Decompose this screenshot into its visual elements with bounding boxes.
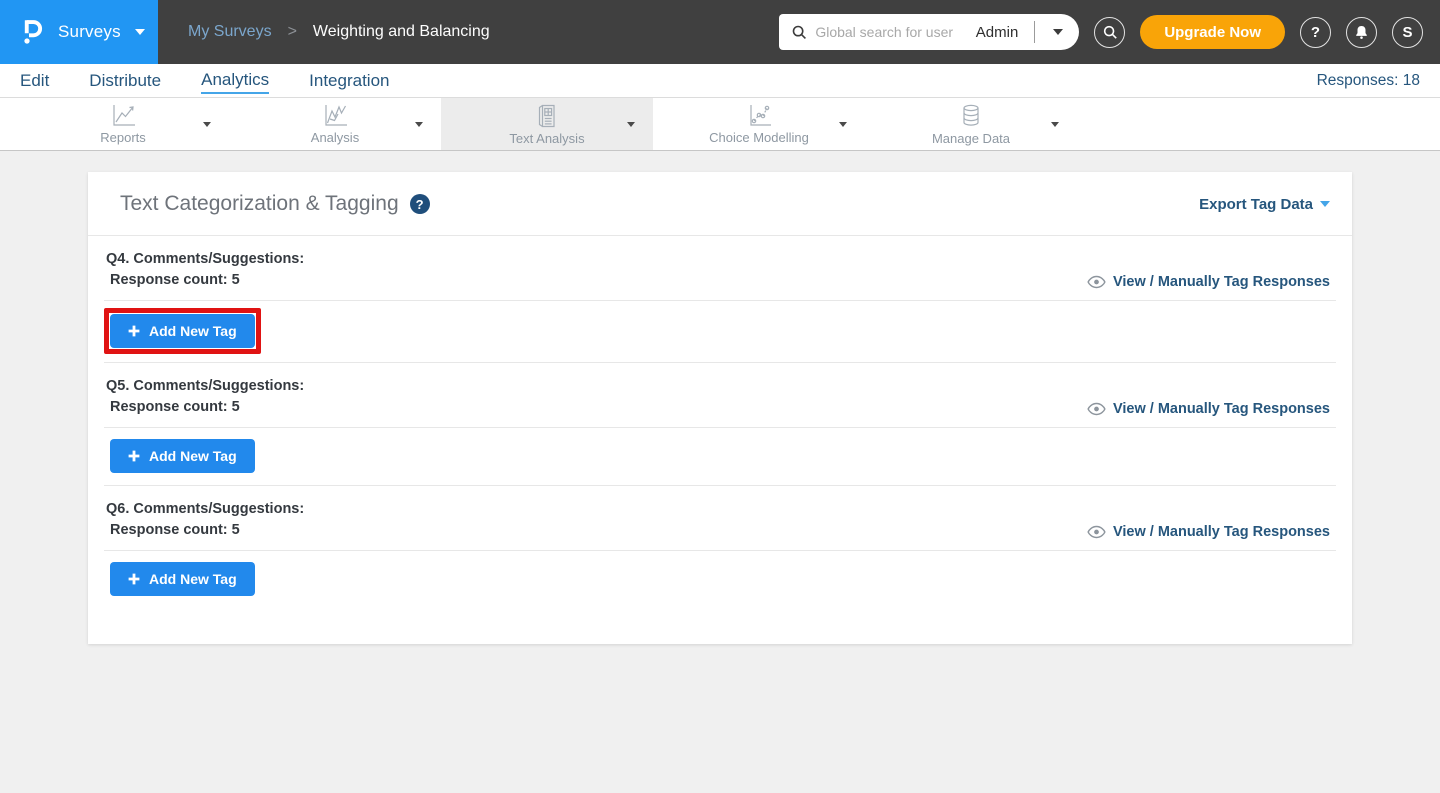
toolbar-item-text-analysis[interactable]: Text Analysis xyxy=(441,98,653,150)
chevron-down-icon xyxy=(1053,29,1063,35)
surveys-menu[interactable]: Surveys xyxy=(0,0,158,64)
breadcrumb-my-surveys[interactable]: My Surveys xyxy=(188,23,272,41)
eye-icon xyxy=(1087,402,1106,416)
response-count: Response count: 5 xyxy=(106,520,304,541)
database-icon xyxy=(958,103,984,129)
tab-edit[interactable]: Edit xyxy=(20,68,49,93)
surveys-menu-label: Surveys xyxy=(58,22,121,42)
top-header: Surveys My Surveys > Weighting and Balan… xyxy=(0,0,1440,64)
chevron-down-icon xyxy=(1051,122,1059,127)
add-new-tag-button[interactable]: Add New Tag xyxy=(110,314,255,348)
eye-icon xyxy=(1087,275,1106,289)
content-area: Text Categorization & Tagging ? Export T… xyxy=(0,151,1440,793)
page-title: Text Categorization & Tagging xyxy=(120,192,399,216)
breadcrumb-separator: > xyxy=(288,23,297,41)
plus-icon xyxy=(128,325,140,337)
breadcrumb-current-survey: Weighting and Balancing xyxy=(313,23,490,41)
tab-distribute[interactable]: Distribute xyxy=(89,68,161,93)
toolbar-item-analysis[interactable]: Analysis xyxy=(229,98,441,150)
notifications-button[interactable] xyxy=(1346,17,1377,48)
trend-chart-icon xyxy=(322,103,349,128)
chevron-down-icon xyxy=(415,122,423,127)
help-button[interactable]: ? xyxy=(1300,17,1331,48)
chevron-down-icon xyxy=(839,122,847,127)
export-tag-data-dropdown[interactable]: Export Tag Data xyxy=(1199,196,1330,213)
divider xyxy=(1034,21,1035,43)
search-submit-button[interactable] xyxy=(1094,17,1125,48)
toolbar-item-choice-modelling[interactable]: Choice Modelling xyxy=(653,98,865,150)
questionpro-logo-icon xyxy=(16,17,46,47)
button-row: Add New Tag xyxy=(104,551,1336,608)
question-label: Q5. Comments/Suggestions: xyxy=(106,376,304,397)
section-header: Q6. Comments/Suggestions: Response count… xyxy=(104,486,1336,551)
response-count: Response count: 5 xyxy=(106,397,304,418)
question-section-q6: Q6. Comments/Suggestions: Response count… xyxy=(104,486,1336,608)
add-new-tag-button[interactable]: Add New Tag xyxy=(110,562,255,596)
breadcrumb: My Surveys > Weighting and Balancing xyxy=(188,0,490,64)
search-input[interactable] xyxy=(815,24,967,40)
question-section-q5: Q5. Comments/Suggestions: Response count… xyxy=(104,363,1336,486)
avatar[interactable]: S xyxy=(1392,17,1423,48)
question-section-q4: Q4. Comments/Suggestions: Response count… xyxy=(104,236,1336,363)
question-info: Q5. Comments/Suggestions: Response count… xyxy=(106,376,304,418)
button-row: Add New Tag xyxy=(104,301,1336,363)
line-chart-icon xyxy=(110,103,137,128)
plus-icon xyxy=(128,573,140,585)
add-new-tag-button[interactable]: Add New Tag xyxy=(110,439,255,473)
search-icon xyxy=(1102,24,1118,40)
upgrade-now-button[interactable]: Upgrade Now xyxy=(1140,15,1285,49)
eye-icon xyxy=(1087,525,1106,539)
chevron-down-icon xyxy=(627,122,635,127)
question-label: Q6. Comments/Suggestions: xyxy=(106,499,304,520)
section-header: Q4. Comments/Suggestions: Response count… xyxy=(104,236,1336,301)
global-search: Admin xyxy=(779,14,1079,50)
page: Surveys My Surveys > Weighting and Balan… xyxy=(0,0,1440,793)
scatter-chart-icon xyxy=(746,103,773,128)
response-count: Response count: 5 xyxy=(106,270,304,291)
text-document-icon xyxy=(534,103,560,129)
chevron-down-icon xyxy=(203,122,211,127)
toolbar-item-reports[interactable]: Reports xyxy=(17,98,229,150)
question-label: Q4. Comments/Suggestions: xyxy=(106,249,304,270)
button-row: Add New Tag xyxy=(104,428,1336,486)
plus-icon xyxy=(128,450,140,462)
toolbar-item-manage-data[interactable]: Manage Data xyxy=(865,98,1077,150)
chevron-down-icon xyxy=(1320,201,1330,207)
view-manually-tag-link[interactable]: View / Manually Tag Responses xyxy=(1087,274,1330,291)
view-manually-tag-link[interactable]: View / Manually Tag Responses xyxy=(1087,524,1330,541)
help-badge-icon[interactable]: ? xyxy=(410,194,430,214)
text-tagging-card: Text Categorization & Tagging ? Export T… xyxy=(88,172,1352,644)
survey-nav-tabs: Edit Distribute Analytics Integration Re… xyxy=(0,64,1440,98)
section-header: Q5. Comments/Suggestions: Response count… xyxy=(104,363,1336,428)
chevron-down-icon xyxy=(135,29,145,35)
question-info: Q4. Comments/Suggestions: Response count… xyxy=(106,249,304,291)
tab-analytics[interactable]: Analytics xyxy=(201,67,269,94)
search-scope-dropdown[interactable] xyxy=(1047,23,1069,41)
bell-icon xyxy=(1353,24,1370,41)
analytics-toolbar: Reports Analysis Text Ana xyxy=(0,98,1440,151)
highlight-annotation: Add New Tag xyxy=(104,308,261,354)
question-info: Q6. Comments/Suggestions: Response count… xyxy=(106,499,304,541)
card-header: Text Categorization & Tagging ? Export T… xyxy=(88,172,1352,236)
view-manually-tag-link[interactable]: View / Manually Tag Responses xyxy=(1087,401,1330,418)
tab-integration[interactable]: Integration xyxy=(309,68,389,93)
header-actions: Admin Upgrade Now ? S xyxy=(779,0,1440,64)
search-scope-label: Admin xyxy=(976,24,1019,41)
responses-count: Responses: 18 xyxy=(1317,72,1420,90)
search-icon xyxy=(791,24,807,40)
